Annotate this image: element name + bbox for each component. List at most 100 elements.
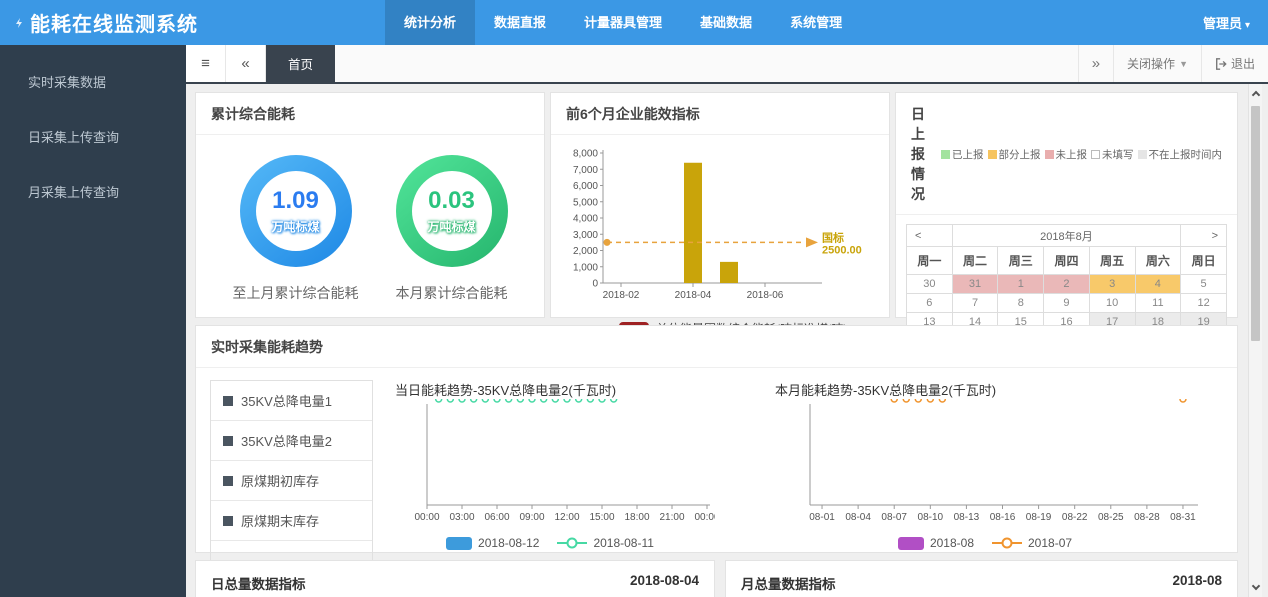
chevron-down-icon: ▾	[1244, 20, 1250, 31]
sidebar-item-0[interactable]: 实时采集数据	[0, 55, 186, 110]
legend-label: 2018-08-12	[478, 536, 540, 550]
svg-text:2018-04: 2018-04	[675, 290, 712, 301]
svg-text:08-16: 08-16	[990, 512, 1016, 523]
tab-bar: ≡ « 首页 » 关闭操作 ▼ 退出	[186, 45, 1268, 84]
panel-date: 2018-08-04	[629, 573, 699, 588]
gauge-unit: 万吨标煤	[271, 220, 320, 234]
panel-date: 2018-08	[1172, 573, 1222, 588]
meter-label: 35KV总降电量2	[241, 434, 333, 449]
app-title-text: 能耗在线监测系统	[30, 14, 198, 36]
svg-text:0: 0	[592, 279, 598, 290]
calendar-day[interactable]: 30	[906, 274, 953, 294]
legend-item[interactable]: 2018-08-12	[446, 536, 539, 550]
gauge-unit: 万吨标煤	[427, 220, 476, 234]
calendar-next-button[interactable]: >	[1180, 224, 1227, 247]
menu-toggle-button[interactable]: ≡	[186, 45, 226, 82]
scroll-up-icon[interactable]	[1251, 90, 1261, 100]
svg-text:7,000: 7,000	[573, 165, 598, 176]
meter-square-icon	[223, 435, 233, 446]
tabs-scroll-right-button[interactable]: »	[1077, 45, 1114, 82]
gauge-ring: 0.03 万吨标煤	[395, 155, 508, 267]
calendar-legend-item: 部分上报	[987, 147, 1041, 162]
scrollbar[interactable]	[1248, 84, 1262, 597]
logout-label: 退出	[1230, 57, 1255, 71]
svg-text:2,000: 2,000	[573, 246, 598, 257]
top-header: 能耗在线监测系统 统计分析 数据直报 计量器具管理 基础数据 系统管理 管理员 ▾	[0, 0, 1268, 45]
legend-label: 2018-07	[1028, 536, 1073, 550]
calendar-day[interactable]: 6	[906, 293, 953, 313]
legend-line-icon	[557, 537, 588, 549]
close-operations-label: 关闭操作	[1127, 57, 1176, 71]
scroll-down-icon[interactable]	[1251, 581, 1261, 591]
panel-title: 日上报情况	[911, 106, 925, 202]
tab-home[interactable]: 首页	[266, 45, 336, 82]
legend-swatch	[446, 536, 473, 550]
monthly-trend-legend: 2018-08 2018-07	[765, 536, 1205, 550]
content-area: 累计综合能耗 1.09 万吨标煤 至上月累计综合能耗 0.03 万吨标煤 本月累计综合能耗…	[186, 84, 1268, 597]
calendar-day[interactable]: 7	[951, 293, 999, 313]
panel-title: 月总量数据指标	[741, 577, 836, 592]
calendar-day[interactable]: 10	[1088, 293, 1136, 313]
legend-item[interactable]: 2018-08	[897, 536, 974, 550]
calendar-day[interactable]: 2	[1043, 274, 1090, 294]
calendar-day[interactable]: 3	[1088, 274, 1136, 294]
meter-item[interactable]: 原煤期初库存	[211, 461, 372, 501]
double-chevron-right-icon: »	[1091, 55, 1101, 72]
calendar-day[interactable]: 12	[1180, 293, 1227, 313]
calendar-prev-button[interactable]: <	[906, 224, 953, 247]
nav-item-1[interactable]: 数据直报	[475, 0, 565, 45]
calendar-status-legend: 已上报 部分上报 未上报 未填写 不在上报时间内	[937, 147, 1222, 162]
calendar-legend-item: 已上报	[941, 147, 984, 162]
user-name: 管理员	[1202, 16, 1242, 31]
weekday-header: 周三	[997, 246, 1045, 275]
monthly-trend-chart: 08-01 08-04 08-07 08-10 08-13 08-16 08-19 08-22…	[809, 395, 1198, 523]
nav-item-2[interactable]: 计量器具管理	[565, 0, 681, 45]
meter-item[interactable]: 35KV总降电量1	[211, 381, 372, 421]
svg-text:5,000: 5,000	[573, 197, 598, 208]
calendar-legend-item: 未上报	[1044, 147, 1087, 162]
calendar-day[interactable]: 5	[1180, 274, 1227, 294]
gauge: 0.03 万吨标煤 本月累计综合能耗	[395, 155, 508, 303]
calendar-day[interactable]: 4	[1134, 274, 1182, 294]
legend-label: 不在上报时间内	[1148, 148, 1223, 161]
logout-button[interactable]: 退出	[1200, 45, 1268, 82]
chart-title: 当日能耗趋势-35KV总降电量2(千瓦时)	[395, 383, 617, 398]
user-menu[interactable]: 管理员 ▾	[1203, 13, 1250, 32]
legend-swatch	[941, 149, 950, 159]
calendar-day[interactable]: 9	[1043, 293, 1090, 313]
calendar-day[interactable]: 11	[1134, 293, 1182, 313]
daily-trend-chart: 00:00 03:00 06:00 09:00 12:00 15:00 18:00 21:00…	[414, 395, 720, 523]
close-operations-dropdown[interactable]: 关闭操作 ▼	[1113, 45, 1201, 82]
sidebar-item-1[interactable]: 日采集上传查询	[0, 110, 186, 165]
efficiency-bar-chart: 0 1,000 2,000 3,000 4,000 5,000 6,000 7,000 8,00…	[573, 149, 862, 302]
calendar-day[interactable]: 31	[951, 274, 999, 294]
meter-label: 35KV总降电量1	[241, 394, 333, 409]
calendar-day[interactable]: 1	[997, 274, 1045, 294]
svg-text:15:00: 15:00	[589, 512, 614, 523]
sidebar-item-2[interactable]: 月采集上传查询	[0, 165, 186, 220]
meter-item[interactable]: 35KV总降电量2	[211, 421, 372, 461]
scrollbar-thumb[interactable]	[1251, 106, 1260, 341]
panel-daily-total: 日总量数据指标 2018-08-04	[195, 560, 715, 597]
meter-item[interactable]: 原煤期末库存	[211, 501, 372, 541]
meter-label: 原煤期初库存	[241, 474, 320, 489]
legend-item[interactable]: 2018-07	[992, 536, 1072, 550]
nav-item-3[interactable]: 基础数据	[681, 0, 771, 45]
panel-title: 实时采集能耗趋势	[211, 339, 323, 355]
meter-square-icon	[223, 515, 233, 526]
tabs-scroll-left-button[interactable]: «	[226, 45, 266, 82]
double-chevron-left-icon: «	[241, 55, 250, 72]
svg-text:2500.00: 2500.00	[822, 244, 862, 256]
meter-square-icon	[223, 475, 233, 486]
legend-item[interactable]: 2018-08-11	[557, 536, 654, 550]
nav-item-0[interactable]: 统计分析	[385, 0, 476, 45]
panel-realtime-trend: 实时采集能耗趋势 35KV总降电量1 35KV总降电量2 原煤期初库存 原煤期末库存 …	[195, 325, 1238, 582]
logo-icon	[16, 17, 22, 28]
nav-item-4[interactable]: 系统管理	[771, 0, 861, 45]
tab-home-label: 首页	[288, 58, 314, 72]
svg-text:1,000: 1,000	[573, 262, 598, 273]
svg-text:08-13: 08-13	[954, 512, 980, 523]
svg-text:8,000: 8,000	[573, 149, 598, 160]
calendar-day[interactable]: 8	[997, 293, 1045, 313]
svg-text:03:00: 03:00	[449, 512, 474, 523]
